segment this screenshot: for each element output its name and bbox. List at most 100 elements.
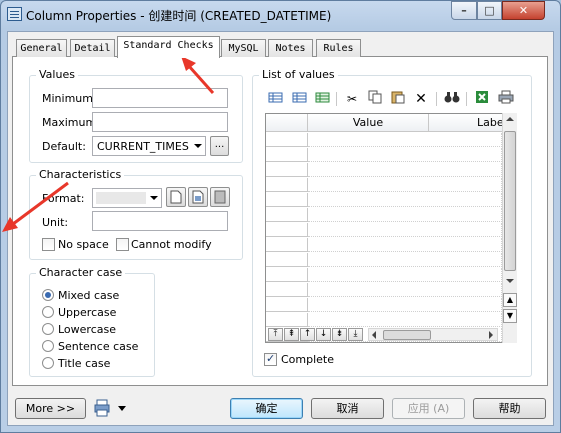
- mixed-case-label: Mixed case: [58, 289, 120, 302]
- radio-sentence-case[interactable]: [42, 340, 54, 352]
- grid-row[interactable]: [308, 298, 502, 312]
- minimize-button[interactable]: –: [451, 1, 477, 20]
- move-down-button[interactable]: ↓: [316, 328, 331, 341]
- title-case-label: Title case: [58, 357, 111, 370]
- insert-row-icon[interactable]: [289, 90, 309, 108]
- h-scroll-thumb[interactable]: [383, 330, 431, 340]
- grid-row[interactable]: [308, 253, 502, 267]
- paste-icon[interactable]: [388, 90, 408, 108]
- format-combo[interactable]: [92, 188, 162, 208]
- grid-row-header[interactable]: [266, 313, 308, 327]
- scroll-left-arrow[interactable]: [372, 331, 376, 339]
- cannot-modify-checkbox[interactable]: [116, 238, 129, 251]
- cut-icon[interactable]: ✂: [342, 90, 362, 108]
- grid-row-header[interactable]: [266, 223, 308, 237]
- grid-row-header[interactable]: [266, 208, 308, 222]
- format-list-button[interactable]: [210, 187, 230, 207]
- radio-lowercase[interactable]: [42, 323, 54, 335]
- radio-mixed-case[interactable]: [42, 289, 54, 301]
- grid-row[interactable]: [308, 208, 502, 222]
- move-to-top-button[interactable]: ⤒: [268, 328, 283, 341]
- print-preview-icon[interactable]: [94, 399, 110, 417]
- scroll-down-arrow[interactable]: [506, 279, 514, 283]
- grid-row[interactable]: [308, 193, 502, 207]
- no-space-checkbox[interactable]: [42, 238, 55, 251]
- format-properties-button[interactable]: [188, 187, 208, 207]
- ok-button[interactable]: 确定: [230, 398, 303, 419]
- tab-notes[interactable]: Notes: [268, 39, 313, 57]
- column-header-value[interactable]: Value: [308, 114, 429, 132]
- default-combo[interactable]: CURRENT_TIMES: [92, 136, 206, 156]
- values-group-title: Values: [36, 68, 78, 81]
- cancel-button[interactable]: 取消: [311, 398, 384, 419]
- maximum-input[interactable]: [92, 112, 228, 132]
- excel-icon[interactable]: [472, 90, 492, 108]
- tab-mysql[interactable]: MySQL: [221, 39, 266, 57]
- delete-icon[interactable]: ✕: [411, 90, 431, 108]
- print-icon[interactable]: [496, 90, 516, 108]
- unit-input[interactable]: [92, 211, 228, 231]
- grid-row[interactable]: [308, 238, 502, 252]
- grid-row-header[interactable]: [266, 253, 308, 267]
- grid-horizontal-scrollbar[interactable]: [368, 328, 498, 341]
- scroll-right-arrow[interactable]: [489, 331, 493, 339]
- tab-standard-checks[interactable]: Standard Checks: [117, 36, 220, 58]
- complete-checkbox[interactable]: [264, 352, 277, 366]
- radio-title-case[interactable]: [42, 357, 54, 369]
- tab-rules[interactable]: Rules: [316, 39, 361, 57]
- move-to-bottom-button[interactable]: ⤓: [348, 328, 363, 341]
- add-rows-icon[interactable]: [312, 90, 332, 108]
- move-up-button[interactable]: ↑: [300, 328, 315, 341]
- close-button[interactable]: ✕: [502, 1, 545, 20]
- copy-icon[interactable]: [365, 90, 385, 108]
- grid-row-header[interactable]: [266, 148, 308, 162]
- grid-row[interactable]: [308, 148, 502, 162]
- more-button[interactable]: More >>: [15, 398, 86, 419]
- cannot-modify-label: Cannot modify: [131, 238, 212, 251]
- grid-row[interactable]: [308, 283, 502, 297]
- move-page-up-button[interactable]: ⇞: [284, 328, 299, 341]
- scroll-up-arrow[interactable]: [506, 117, 514, 121]
- grid-row[interactable]: [308, 163, 502, 177]
- default-ellipsis-button[interactable]: ...: [210, 136, 229, 156]
- grid-row[interactable]: [308, 268, 502, 282]
- toolbar-separator: [436, 92, 437, 106]
- grid-row-header[interactable]: [266, 298, 308, 312]
- grid-row[interactable]: [308, 178, 502, 192]
- apply-button[interactable]: 应用 (A): [392, 398, 465, 419]
- grid-vertical-scrollbar[interactable]: ▲ ▼: [502, 113, 517, 343]
- grid-row[interactable]: [308, 133, 502, 147]
- grid-row-header[interactable]: [266, 238, 308, 252]
- chevron-down-icon[interactable]: [118, 406, 126, 411]
- grid-row-header[interactable]: [266, 283, 308, 297]
- new-format-button[interactable]: [166, 187, 186, 207]
- grid-row-header[interactable]: [266, 268, 308, 282]
- format-label: Format:: [42, 192, 85, 205]
- grid-row-header[interactable]: [266, 193, 308, 207]
- maximize-button[interactable]: □: [477, 1, 502, 20]
- character-case-title: Character case: [36, 266, 126, 279]
- list-of-values-grid[interactable]: Value Label: [265, 113, 517, 343]
- grid-row[interactable]: [308, 223, 502, 237]
- move-page-down-button[interactable]: ⇟: [332, 328, 347, 341]
- grid-row-header[interactable]: [266, 178, 308, 192]
- grid-row-header[interactable]: [266, 133, 308, 147]
- characteristics-group-title: Characteristics: [36, 168, 125, 181]
- grid-row-header[interactable]: [266, 163, 308, 177]
- add-row-icon[interactable]: [265, 90, 285, 108]
- chevron-down-icon: [194, 144, 202, 148]
- grid-row[interactable]: [308, 313, 502, 327]
- toolbar-separator: [336, 92, 337, 106]
- tab-detail[interactable]: Detail: [70, 39, 115, 57]
- find-icon[interactable]: [442, 90, 462, 108]
- complete-label: Complete: [281, 353, 335, 366]
- radio-uppercase[interactable]: [42, 306, 54, 318]
- minimum-input[interactable]: [92, 88, 228, 108]
- app-icon: [7, 7, 22, 21]
- scroll-thumb[interactable]: [504, 131, 516, 271]
- uppercase-label: Uppercase: [58, 306, 117, 319]
- tab-general[interactable]: General: [16, 39, 67, 57]
- scroll-bottom-button[interactable]: ▼: [503, 309, 517, 323]
- help-button[interactable]: 帮助: [473, 398, 546, 419]
- scroll-top-button[interactable]: ▲: [503, 293, 517, 307]
